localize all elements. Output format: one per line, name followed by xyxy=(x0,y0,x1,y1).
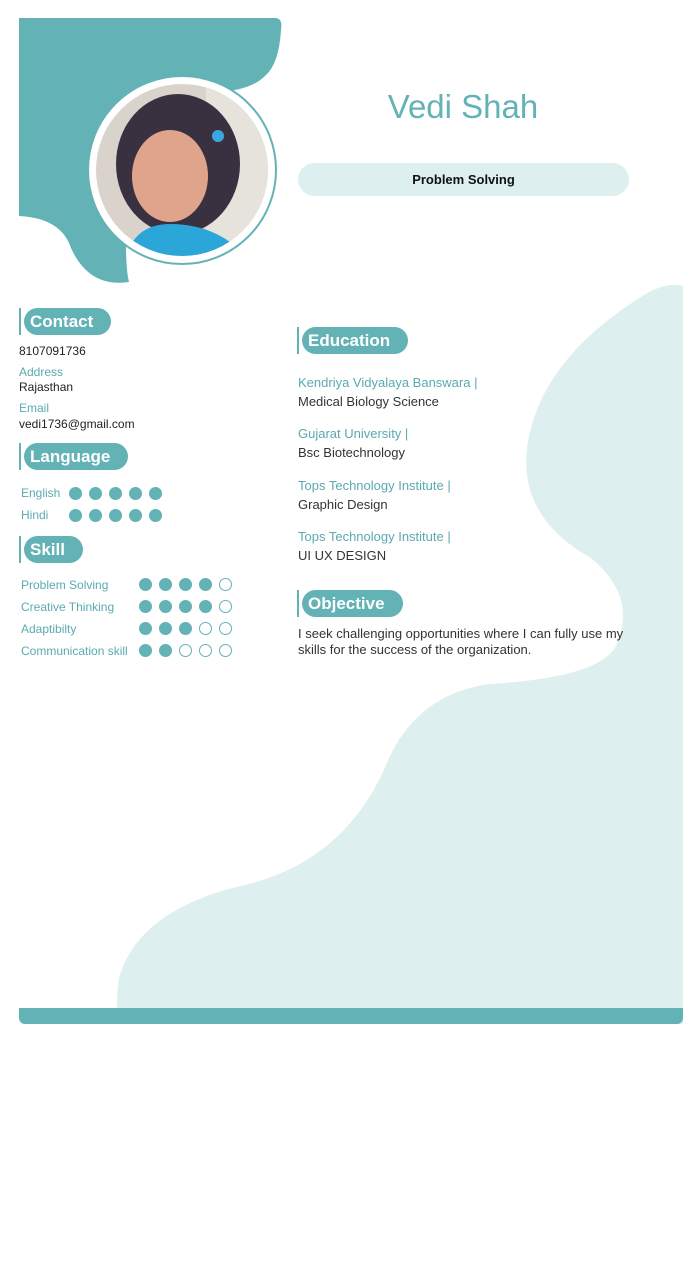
language-name: English xyxy=(21,486,61,500)
language-name: Hindi xyxy=(21,508,49,522)
rating-dot-filled xyxy=(139,600,152,613)
footer-bar xyxy=(19,1008,683,1024)
education-heading-label: Education xyxy=(302,327,409,354)
skill-rating xyxy=(139,644,232,657)
candidate-name: Vedi Shah xyxy=(387,88,539,125)
rating-dot-filled xyxy=(159,622,172,635)
headline-badge: Problem Solving xyxy=(298,163,629,196)
education-heading: Education xyxy=(297,327,409,354)
heading-bar xyxy=(297,590,299,617)
rating-dot-filled xyxy=(199,578,212,591)
skill-name: Adaptibilty xyxy=(21,622,77,636)
education-degree: UI UX DESIGN xyxy=(298,548,387,563)
objective-text: I seek challenging opportunities where I… xyxy=(298,626,624,657)
rating-dot-filled xyxy=(89,509,102,522)
skill-heading-label: Skill xyxy=(24,536,83,563)
rating-dot-filled xyxy=(139,644,152,657)
education-institute: Kendriya Vidyalaya Banswara | xyxy=(298,375,478,390)
language-rating xyxy=(69,487,162,500)
skill-name: Problem Solving xyxy=(21,578,109,592)
skill-rating xyxy=(139,600,232,613)
skill-name: Creative Thinking xyxy=(21,600,115,614)
email-value: vedi1736@gmail.com xyxy=(19,417,135,431)
objective-heading: Objective xyxy=(297,590,403,617)
rating-dot-filled xyxy=(149,509,162,522)
education-institute: Gujarat University | xyxy=(298,426,409,441)
rating-dot-filled xyxy=(109,509,122,522)
skill-rating xyxy=(139,578,232,591)
education-institute: Tops Technology Institute | xyxy=(298,478,451,493)
skill-heading: Skill xyxy=(19,536,83,563)
rating-dot-filled xyxy=(89,487,102,500)
contact-heading: Contact xyxy=(19,308,112,335)
education-degree: Bsc Biotechnology xyxy=(298,445,405,460)
heading-bar xyxy=(19,308,21,335)
rating-dot-filled xyxy=(179,622,192,635)
rating-dot-empty xyxy=(199,622,212,635)
address-value: Rajasthan xyxy=(19,380,74,394)
skill-rating xyxy=(139,622,232,635)
heading-bar xyxy=(19,536,21,563)
heading-bar xyxy=(297,327,299,354)
rating-dot-filled xyxy=(159,644,172,657)
language-rating xyxy=(69,509,162,522)
rating-dot-empty xyxy=(219,600,232,613)
rating-dot-filled xyxy=(159,578,172,591)
heading-bar xyxy=(19,443,21,470)
rating-dot-filled xyxy=(139,578,152,591)
rating-dot-filled xyxy=(179,578,192,591)
rating-dot-filled xyxy=(69,509,82,522)
rating-dot-filled xyxy=(179,600,192,613)
rating-dot-empty xyxy=(179,644,192,657)
rating-dot-filled xyxy=(129,509,142,522)
rating-dot-filled xyxy=(109,487,122,500)
education-degree: Medical Biology Science xyxy=(298,394,439,409)
rating-dot-filled xyxy=(149,487,162,500)
rating-dot-filled xyxy=(159,600,172,613)
education-degree: Graphic Design xyxy=(298,497,388,512)
rating-dot-empty xyxy=(199,644,212,657)
address-label: Address xyxy=(19,365,64,379)
objective-heading-label: Objective xyxy=(302,590,403,617)
education-institute: Tops Technology Institute | xyxy=(298,529,451,544)
rating-dot-filled xyxy=(199,600,212,613)
profile-photo xyxy=(96,84,268,256)
language-heading-label: Language xyxy=(24,443,129,470)
email-label: Email xyxy=(19,401,50,415)
rating-dot-empty xyxy=(219,644,232,657)
rating-dot-filled xyxy=(129,487,142,500)
skill-name: Communication skill xyxy=(21,644,128,658)
rating-dot-empty xyxy=(219,622,232,635)
rating-dot-filled xyxy=(69,487,82,500)
rating-dot-empty xyxy=(219,578,232,591)
phone-number: 8107091736 xyxy=(19,344,86,358)
contact-heading-label: Contact xyxy=(24,308,112,335)
language-heading: Language xyxy=(19,443,129,470)
rating-dot-filled xyxy=(139,622,152,635)
